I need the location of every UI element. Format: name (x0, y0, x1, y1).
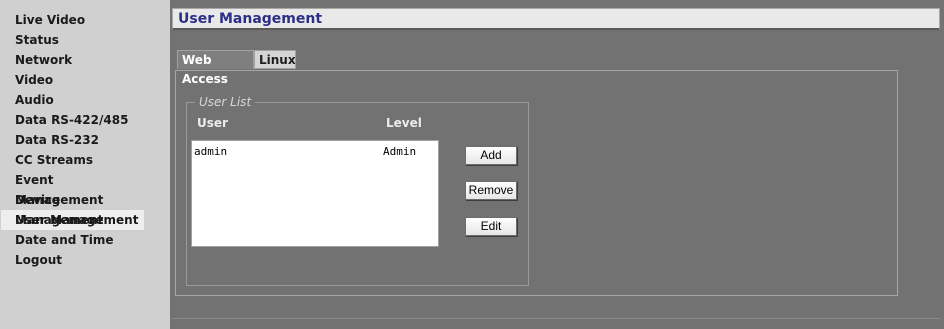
sidebar-item-status[interactable]: Status (1, 30, 144, 50)
sidebar-item-cc-streams[interactable]: CC Streams (1, 150, 144, 170)
add-button[interactable]: Add (465, 146, 517, 165)
remove-button[interactable]: Remove (465, 181, 517, 200)
sidebar: Live Video Status Network Video Audio Da… (0, 0, 170, 329)
tab-strip: Web AccessLinux (177, 50, 296, 86)
sidebar-menu: Live Video Status Network Video Audio Da… (0, 0, 170, 270)
tab-web-access[interactable]: Web Access (177, 50, 254, 86)
sidebar-item-user-management[interactable]: User Management (1, 210, 144, 230)
user-name: admin (194, 145, 228, 158)
list-item[interactable]: admin Admin (192, 145, 438, 159)
sidebar-item-logout[interactable]: Logout (1, 250, 144, 270)
sidebar-item-video[interactable]: Video (1, 70, 144, 90)
edit-button[interactable]: Edit (465, 217, 517, 236)
sidebar-item-event-management[interactable]: Event Management (1, 170, 144, 207)
sidebar-item-data-rs232[interactable]: Data RS-232 (1, 130, 144, 150)
sidebar-item-live-video[interactable]: Live Video (1, 10, 144, 30)
sidebar-item-network[interactable]: Network (1, 50, 144, 70)
tab-linux[interactable]: Linux (254, 50, 296, 69)
sidebar-item-date-and-time[interactable]: Date and Time (1, 230, 144, 250)
column-header-user: User (197, 116, 228, 130)
user-listbox[interactable]: admin Admin (191, 140, 439, 247)
column-header-level: Level (386, 116, 422, 130)
tab-panel: User List User Level admin Admin (175, 70, 898, 296)
page-title: User Management (178, 11, 323, 27)
user-list-legend: User List (195, 95, 256, 109)
header-bar: User Management (172, 8, 940, 30)
footer-divider (172, 318, 940, 319)
user-level: Admin (383, 145, 417, 158)
sidebar-item-audio[interactable]: Audio (1, 90, 144, 110)
main-content: User Management Web AccessLinux User Lis… (170, 0, 944, 329)
sidebar-item-data-rs422-485[interactable]: Data RS-422/485 (1, 110, 144, 130)
